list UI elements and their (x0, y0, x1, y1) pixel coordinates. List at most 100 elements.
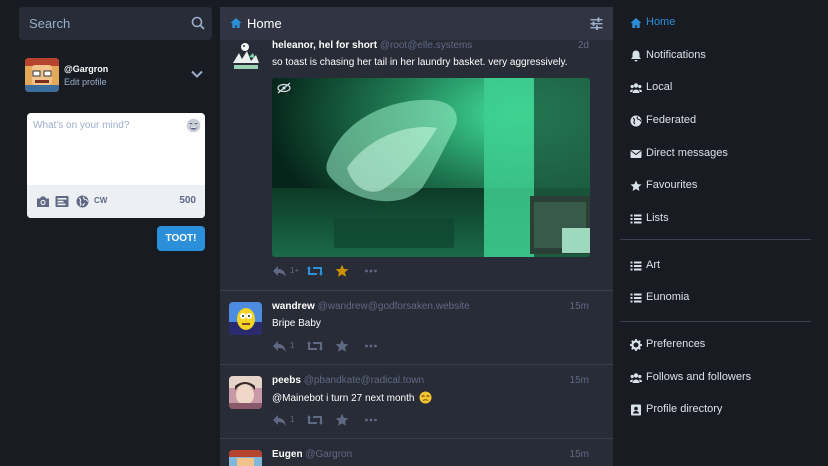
column-title: Home (247, 16, 282, 31)
status-item[interactable]: heleanor, hel for short @root@elle.syste… (220, 40, 613, 291)
users-icon (630, 83, 642, 93)
unamused-emoji-icon (419, 391, 432, 404)
nav-list-art[interactable]: Art (620, 252, 811, 280)
status-content: Bripe Baby (272, 318, 321, 329)
chevron-down-icon[interactable] (190, 67, 204, 81)
nav-label: Lists (646, 212, 669, 224)
status-time[interactable]: 2d (578, 40, 589, 51)
nav-home[interactable]: Home (620, 9, 811, 37)
reply-count: 1+ (290, 266, 300, 275)
compose-textarea[interactable] (27, 113, 205, 185)
avatar[interactable] (229, 40, 262, 72)
nav-follows-and-followers[interactable]: Follows and followers (620, 364, 811, 392)
camera-icon[interactable] (36, 195, 50, 208)
bell-icon (631, 50, 641, 62)
nav-preferences[interactable]: Preferences (620, 331, 811, 359)
nav-divider (620, 239, 811, 240)
nav-profile-directory[interactable]: Profile directory (620, 396, 811, 424)
nav-lists[interactable]: Lists (620, 205, 811, 233)
search-icon[interactable] (191, 16, 205, 30)
envelope-icon (630, 150, 642, 158)
list-icon (630, 214, 642, 224)
status-time[interactable]: 15m (570, 375, 589, 386)
reply-icon[interactable] (272, 413, 287, 427)
nav-label: Home (646, 16, 676, 28)
status-time[interactable]: 15m (570, 449, 589, 460)
status-content: so toast is chasing her tail in her laun… (272, 57, 568, 68)
display-name[interactable]: wandrew (272, 301, 315, 312)
avatar[interactable] (229, 376, 262, 409)
nav-label: Favourites (646, 179, 698, 191)
home-icon (230, 18, 242, 28)
compose-toolbar: CW 500 (27, 185, 205, 218)
hide-media-icon[interactable] (275, 81, 293, 95)
nav-label: Local (646, 81, 673, 93)
status-author[interactable]: heleanor, hel for short @root@elle.syste… (272, 40, 472, 51)
boost-icon[interactable] (307, 264, 323, 278)
avatar[interactable] (25, 58, 59, 92)
display-name[interactable]: peebs (272, 375, 301, 386)
nav-label: Follows and followers (646, 371, 752, 383)
account-handle[interactable]: @Gargron (305, 449, 352, 460)
home-icon (630, 18, 642, 28)
status-content: @Mainebot i turn 27 next month (272, 391, 432, 404)
more-options-icon[interactable] (364, 413, 378, 427)
nav-local[interactable]: Local (620, 74, 811, 102)
status-text: @Mainebot i turn 27 next month (272, 393, 415, 404)
status-item[interactable]: peebs @pbandkate@radical.town 15m @Maine… (220, 365, 613, 439)
gear-icon (630, 339, 642, 351)
home-timeline[interactable]: heleanor, hel for short @root@elle.syste… (220, 40, 613, 466)
poll-icon[interactable] (55, 195, 69, 208)
emoji-icon[interactable] (186, 118, 201, 133)
reply-icon[interactable] (272, 339, 287, 353)
nav-divider (620, 321, 811, 322)
nav-label: Profile directory (646, 403, 723, 415)
column-header: Home (220, 7, 613, 40)
nav-list-eunomia[interactable]: Eunomia (620, 284, 811, 312)
search-input[interactable] (19, 7, 212, 40)
nav-notifications[interactable]: Notifications (620, 42, 811, 70)
nav-federated[interactable]: Federated (620, 107, 811, 135)
edit-profile-link[interactable]: Edit profile (64, 77, 107, 87)
status-time[interactable]: 15m (570, 301, 589, 312)
nav-label: Direct messages (646, 147, 728, 159)
account-handle[interactable]: @Gargron (64, 64, 108, 74)
favourite-icon[interactable] (335, 264, 349, 278)
users-icon (630, 373, 642, 383)
nav-label: Federated (646, 114, 697, 126)
account-handle[interactable]: @wandrew@godforsaken.website (318, 301, 470, 312)
status-author[interactable]: wandrew @wandrew@godforsaken.website (272, 301, 470, 312)
list-icon (630, 261, 642, 271)
avatar[interactable] (229, 450, 262, 466)
boost-icon[interactable] (307, 413, 323, 427)
display-name[interactable]: Eugen (272, 449, 303, 460)
status-author[interactable]: Eugen @Gargron (272, 449, 352, 460)
sliders-icon[interactable] (590, 17, 603, 30)
search-box[interactable] (19, 7, 212, 40)
globe-icon (630, 115, 642, 127)
nav-favourites[interactable]: Favourites (620, 172, 811, 200)
nav-label: Art (646, 259, 661, 271)
nav-direct-messages[interactable]: Direct messages (620, 140, 811, 168)
media-attachment[interactable] (272, 78, 590, 257)
globe-icon[interactable] (76, 195, 89, 208)
boost-icon[interactable] (307, 339, 323, 353)
current-account: @Gargron Edit profile (25, 58, 210, 94)
more-options-icon[interactable] (364, 264, 378, 278)
account-handle[interactable]: @pbandkate@radical.town (304, 375, 424, 386)
display-name[interactable]: heleanor, hel for short (272, 40, 377, 51)
favourite-icon[interactable] (335, 413, 349, 427)
avatar[interactable] (229, 302, 262, 335)
toot-button[interactable]: TOOT! (157, 226, 205, 251)
status-item[interactable]: wandrew @wandrew@godforsaken.website 15m… (220, 291, 613, 365)
more-options-icon[interactable] (364, 339, 378, 353)
nav-label: Preferences (646, 338, 706, 350)
status-author[interactable]: peebs @pbandkate@radical.town (272, 375, 424, 386)
account-handle[interactable]: @root@elle.systems (380, 40, 473, 51)
favourite-icon[interactable] (335, 339, 349, 353)
reply-count: 1 (290, 415, 295, 424)
compose-form: CW 500 (27, 113, 205, 218)
status-item[interactable]: Eugen @Gargron 15m (220, 439, 613, 466)
content-warning-button[interactable]: CW (94, 196, 107, 205)
reply-icon[interactable] (272, 264, 287, 278)
